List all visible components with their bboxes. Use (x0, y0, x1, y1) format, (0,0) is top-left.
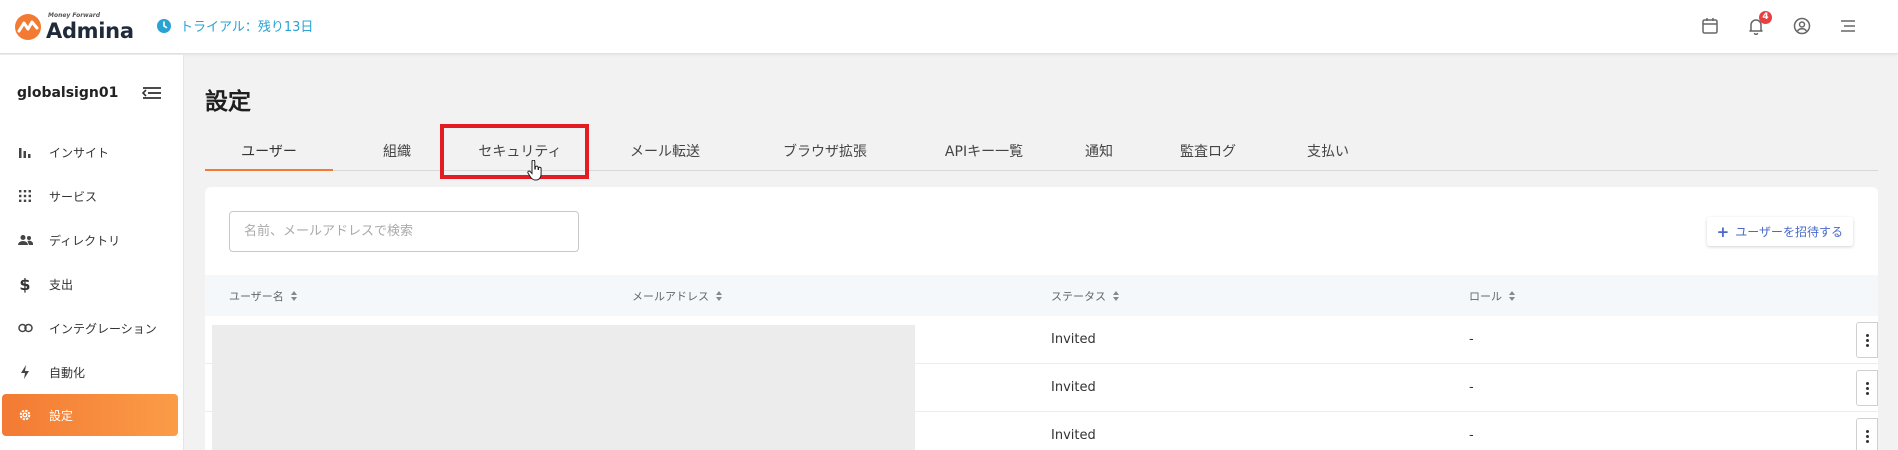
sort-icon (716, 291, 722, 301)
column-header-role[interactable]: ロール (1469, 288, 1516, 304)
sidebar-item-automation[interactable]: 自動化 (0, 350, 184, 394)
sidebar-item-label: 支出 (49, 277, 74, 292)
sidebar-item-spend[interactable]: $ 支出 (0, 262, 184, 306)
sidebar-collapse-icon[interactable] (142, 85, 162, 101)
tab-users[interactable]: ユーザー (205, 139, 333, 171)
column-header-username[interactable]: ユーザー名 (229, 288, 298, 304)
sidebar-item-integration[interactable]: インテグレーション (0, 306, 184, 350)
sidebar-item-label: 設定 (49, 408, 74, 423)
dollar-icon: $ (19, 274, 31, 294)
menu-icon (1841, 20, 1855, 32)
notification-badge: 4 (1759, 11, 1772, 24)
sidebar-item-directory[interactable]: ディレクトリ (0, 218, 184, 262)
tab-api-keys[interactable]: APIキー一覧 (913, 139, 1055, 171)
bar-chart-icon (17, 144, 33, 160)
clock-icon (157, 18, 171, 33)
admina-logo-icon (15, 14, 41, 40)
sidebar-item-insight[interactable]: インサイト (0, 130, 184, 174)
row-actions-button[interactable] (1856, 322, 1878, 358)
notifications-button[interactable]: 4 (1744, 11, 1772, 38)
users-card: + ユーザーを招待する ユーザー名 メールアドレス ステータス ロール Invi… (205, 187, 1878, 450)
plus-icon: + (1716, 222, 1730, 241)
row-actions-button[interactable] (1856, 370, 1878, 406)
calendar-button[interactable] (1698, 14, 1722, 38)
tab-billing[interactable]: 支払い (1283, 139, 1373, 171)
sidebar-item-label: ディレクトリ (49, 233, 121, 248)
tab-browser-extension[interactable]: ブラウザ拡張 (754, 139, 896, 171)
sidebar-item-label: インサイト (49, 145, 110, 160)
security-tab-highlight (440, 124, 589, 179)
trial-text: トライアル：残り13日 (180, 20, 314, 35)
sidebar-item-label: サービス (49, 189, 98, 204)
sidebar-item-settings[interactable]: 設定 (2, 394, 178, 436)
page-title: 設定 (205, 89, 251, 115)
calendar-icon (1702, 18, 1718, 34)
status-cell: Invited (1051, 332, 1096, 347)
sidebar-item-services[interactable]: サービス (0, 174, 184, 218)
sort-icon (290, 291, 297, 301)
trial-indicator[interactable]: トライアル：残り13日 (156, 16, 313, 35)
role-cell: - (1469, 380, 1474, 395)
bolt-icon (17, 364, 33, 380)
grid-icon (17, 188, 33, 204)
invite-label: ユーザーを招待する (1735, 225, 1843, 239)
column-header-status[interactable]: ステータス (1051, 288, 1120, 304)
search-input[interactable] (229, 211, 579, 252)
tab-mail-forwarding[interactable]: メール転送 (601, 139, 729, 171)
redacted-user-info (212, 325, 915, 450)
role-cell: - (1469, 332, 1474, 347)
menu-button[interactable] (1836, 14, 1860, 38)
column-header-email[interactable]: メールアドレス (632, 288, 723, 304)
sidebar: globalsign01 インサイト サービス ディレクトリ $ 支出 インテグ… (0, 55, 184, 450)
account-button[interactable] (1790, 14, 1814, 38)
brand-sub: Money Forward (48, 12, 100, 19)
logo[interactable]: Money Forward Admina (14, 11, 134, 43)
sort-icon (1509, 291, 1515, 301)
link-icon (17, 320, 33, 336)
brand-name: Admina (46, 19, 134, 43)
user-circle-icon (1793, 17, 1811, 35)
role-cell: - (1469, 428, 1474, 443)
gear-icon (17, 407, 33, 423)
top-bar: Money Forward Admina トライアル：残り13日 4 (0, 0, 1898, 54)
tab-notifications[interactable]: 通知 (1063, 139, 1135, 171)
status-cell: Invited (1051, 380, 1096, 395)
table-header: ユーザー名 メールアドレス ステータス ロール (205, 275, 1878, 316)
sidebar-nav: インサイト サービス ディレクトリ $ 支出 インテグレーション 自動化 設定 (0, 130, 184, 436)
sort-icon (1113, 291, 1119, 301)
invite-user-button[interactable]: + ユーザーを招待する (1706, 217, 1853, 246)
org-name: globalsign01 (17, 85, 119, 101)
tab-audit-log[interactable]: 監査ログ (1156, 139, 1260, 171)
sidebar-item-label: インテグレーション (49, 321, 157, 336)
status-cell: Invited (1051, 428, 1096, 443)
users-icon (17, 232, 33, 248)
hand-cursor-icon (527, 160, 542, 181)
row-actions-button[interactable] (1856, 418, 1878, 450)
sidebar-item-label: 自動化 (49, 365, 86, 380)
